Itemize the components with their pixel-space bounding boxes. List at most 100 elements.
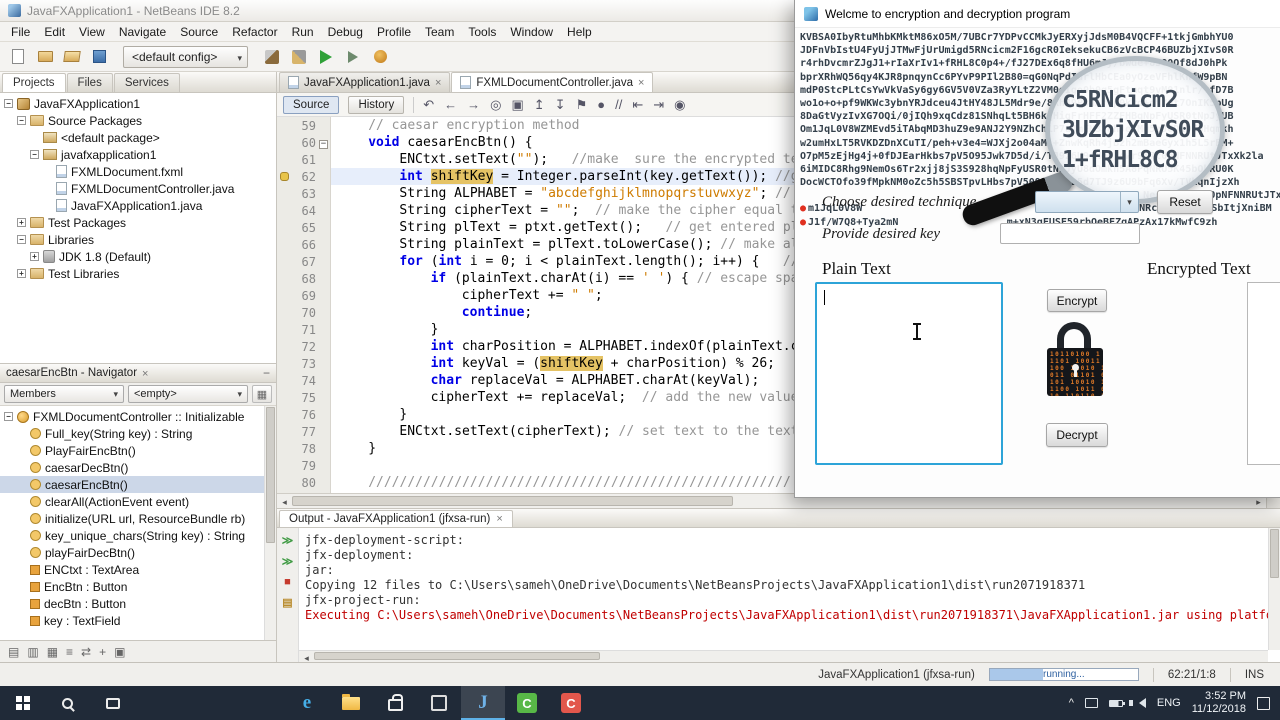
navigator-header[interactable]: caesarEncBtn - Navigator	[0, 363, 276, 383]
tree-item[interactable]: − JavaFXApplication1	[0, 95, 276, 112]
comment-icon[interactable]: //	[615, 97, 622, 112]
expander-icon[interactable]: −	[4, 412, 13, 421]
tree-item[interactable]: EncBtn : Button	[0, 578, 276, 595]
history-view-button[interactable]: History	[348, 95, 405, 114]
tree-item[interactable]: decBtn : Button	[0, 595, 276, 612]
breadcrumbs-icon[interactable]: ≡	[66, 645, 73, 659]
clean-build-icon[interactable]	[287, 45, 311, 69]
close-tab-icon[interactable]	[638, 77, 644, 89]
versioning-icon[interactable]: ▥	[27, 645, 38, 659]
projects-tree[interactable]: − JavaFXApplication1− Source Packages <defa…	[0, 93, 276, 363]
taskbar-java-app[interactable]: J	[461, 686, 505, 720]
taskbar-store[interactable]	[373, 686, 417, 720]
save-all-icon[interactable]	[87, 45, 111, 69]
code-fold-icon[interactable]	[319, 140, 328, 149]
expander-icon[interactable]: +	[17, 218, 26, 227]
taskbar-file-explorer[interactable]	[329, 686, 373, 720]
volume-icon[interactable]	[1128, 698, 1146, 708]
tree-item[interactable]: caesarEncBtn()	[0, 476, 276, 493]
tree-item[interactable]: + Test Libraries	[0, 265, 276, 282]
find-selection-icon[interactable]: ◎	[490, 97, 501, 113]
macro-icon[interactable]: ◉	[674, 97, 685, 113]
key-input[interactable]	[1000, 223, 1140, 244]
expander-icon[interactable]: −	[17, 235, 26, 244]
config-selector[interactable]: <default config>	[123, 45, 248, 68]
technique-selector[interactable]	[1035, 191, 1139, 213]
decrypt-button[interactable]: Decrypt	[1046, 423, 1108, 447]
output-settings-icon[interactable]: ▤	[282, 596, 292, 609]
close-icon[interactable]	[496, 513, 502, 525]
editor-gutter[interactable]: 5960616263646566676869707172737475767778…	[277, 117, 331, 493]
menu-team[interactable]: Team	[418, 23, 461, 41]
forward-icon[interactable]: →	[467, 97, 480, 112]
members-selector[interactable]: Members	[4, 385, 124, 403]
new-file-icon[interactable]	[6, 45, 30, 69]
scroll-left-icon[interactable]	[299, 648, 314, 663]
expander-icon[interactable]: +	[30, 252, 39, 261]
tree-item[interactable]: clearAll(ActionEvent event)	[0, 493, 276, 510]
new-project-icon[interactable]	[33, 45, 57, 69]
menu-tools[interactable]: Tools	[461, 23, 503, 41]
output-hscrollbar[interactable]	[299, 650, 1268, 662]
close-icon[interactable]	[142, 364, 148, 382]
notification-center-icon[interactable]	[1257, 696, 1270, 710]
menu-file[interactable]: File	[4, 23, 37, 41]
scroll-thumb[interactable]	[292, 496, 734, 506]
menu-debug[interactable]: Debug	[321, 23, 370, 41]
tree-item[interactable]: playFairDecBtn()	[0, 544, 276, 561]
open-project-icon[interactable]	[60, 45, 84, 69]
tree-item[interactable]: + Test Packages	[0, 214, 276, 231]
add-view-icon[interactable]: +	[99, 645, 106, 659]
editor-tab[interactable]: JavaFXApplication1.java	[279, 72, 451, 92]
tree-item[interactable]: JavaFXApplication1.java	[0, 197, 276, 214]
minimize-icon[interactable]	[263, 364, 270, 382]
expander-icon[interactable]: +	[17, 269, 26, 278]
menu-window[interactable]: Window	[503, 23, 560, 41]
start-button[interactable]	[0, 686, 45, 720]
search-button[interactable]	[45, 686, 90, 720]
last-edit-icon[interactable]: ↶	[423, 97, 434, 113]
tray-expand-icon[interactable]: ^	[1069, 697, 1074, 709]
expander-icon[interactable]: −	[4, 99, 13, 108]
monitor-icon[interactable]	[1084, 698, 1098, 708]
app-titlebar[interactable]: Welcme to encryption and decryption prog…	[795, 0, 1280, 28]
tree-item[interactable]: initialize(URL url, ResourceBundle rb)	[0, 510, 276, 527]
menu-run[interactable]: Run	[285, 23, 321, 41]
tree-item[interactable]: <default package>	[0, 129, 276, 146]
reset-button[interactable]: Reset	[1157, 190, 1213, 214]
close-tab-icon[interactable]	[435, 77, 441, 89]
navigator-scrollbar[interactable]	[264, 406, 276, 640]
task-view-button[interactable]	[90, 686, 135, 720]
output-log[interactable]: jfx-deployment-script: jfx-deployment: jar…	[299, 528, 1280, 662]
menu-profile[interactable]: Profile	[370, 23, 418, 41]
tree-item[interactable]: − javafxapplication1	[0, 146, 276, 163]
toggle-bookmark-icon[interactable]: ⚑	[576, 97, 588, 113]
tab-files[interactable]: Files	[66, 73, 113, 92]
menu-help[interactable]: Help	[560, 23, 599, 41]
tree-item[interactable]: − FXMLDocumentController :: Initializable	[0, 408, 276, 425]
stop-icon[interactable]: ■	[284, 576, 291, 588]
inspect-icon[interactable]: ▦	[47, 645, 58, 659]
editor-tab[interactable]: FXMLDocumentController.java	[451, 72, 654, 92]
highlight-icon[interactable]: ▣	[511, 97, 523, 113]
rerun-icon[interactable]: ≫	[282, 534, 294, 547]
menu-source[interactable]: Source	[173, 23, 225, 41]
progress-bar[interactable]: running...	[988, 668, 1139, 681]
filter-grid-icon[interactable]	[252, 385, 272, 403]
menu-view[interactable]: View	[72, 23, 112, 41]
tree-item[interactable]: Full_key(String key) : String	[0, 425, 276, 442]
next-bookmark-icon[interactable]: ↧	[555, 97, 566, 113]
scroll-thumb[interactable]	[314, 652, 601, 660]
tab-projects[interactable]: Projects	[2, 73, 66, 92]
tree-item[interactable]: ENCtxt : TextArea	[0, 561, 276, 578]
build-project-icon[interactable]	[260, 45, 284, 69]
filter-selector[interactable]: <empty>	[128, 385, 248, 403]
grid-view-icon[interactable]: ▣	[114, 645, 125, 659]
plain-text-area[interactable]	[815, 282, 1003, 465]
battery-icon[interactable]	[1108, 699, 1125, 707]
tree-item[interactable]: key : TextField	[0, 612, 276, 629]
tree-item[interactable]: − Libraries	[0, 231, 276, 248]
taskbar-camtasia[interactable]: C	[505, 686, 549, 720]
clock[interactable]: 3:52 PM 11/12/2018	[1192, 690, 1246, 716]
language-indicator[interactable]: ENG	[1157, 697, 1181, 709]
